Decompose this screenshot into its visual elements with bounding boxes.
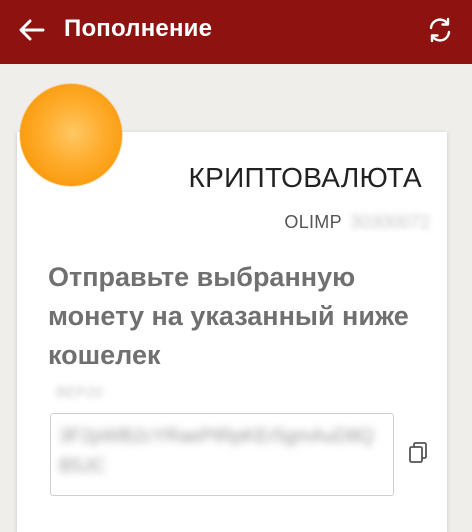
account-row: OLIMP 30300072 [284, 209, 430, 235]
wallet-address-field[interactable]: 3F2pWB2cYRaePtRpKEr5gmAuD8QB5JC [50, 413, 394, 496]
refresh-icon [426, 16, 454, 49]
refresh-button[interactable] [420, 12, 460, 52]
account-label: OLIMP [284, 211, 342, 232]
page-title: Пополнение [64, 15, 213, 42]
instruction-text: Отправьте выбранную монету на указанный … [48, 262, 409, 370]
app-bar: Пополнение [0, 0, 472, 64]
wallet-address: 3F2pWB2cYRaePtRpKEr5gmAuD8QB5JC [59, 426, 374, 477]
payment-method-heading: КРИПТОВАЛЮТА [188, 162, 422, 193]
network-label: BEP20 [56, 384, 103, 401]
arrow-left-icon [19, 19, 45, 46]
copy-button[interactable] [404, 441, 432, 469]
account-number: 30300072 [349, 211, 430, 232]
copy-icon [407, 441, 429, 470]
coin-icon [20, 84, 122, 186]
back-button[interactable] [12, 12, 52, 52]
